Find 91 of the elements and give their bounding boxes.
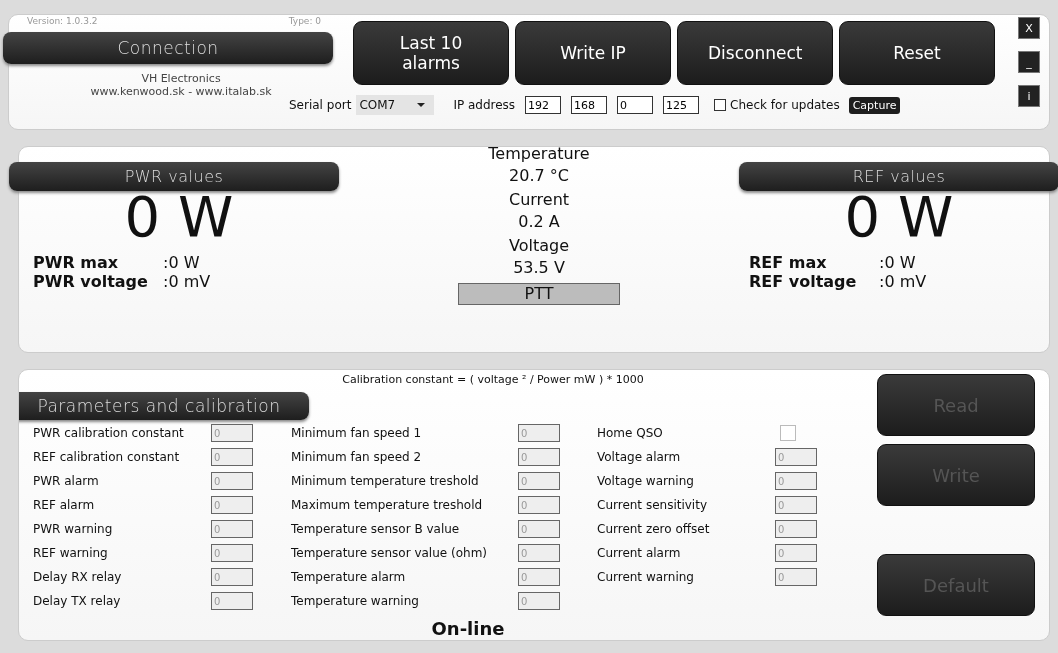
parameter-label: Home QSO bbox=[597, 426, 664, 440]
parameter-label: Delay TX relay bbox=[33, 594, 122, 608]
reading-value: :0 mV bbox=[879, 272, 928, 291]
window-button[interactable]: _ bbox=[1018, 51, 1040, 73]
parameter-label: Voltage alarm bbox=[597, 450, 682, 464]
reading-value: :0 mV bbox=[163, 272, 212, 291]
formula-text: Calibration constant = ( voltage ² / Power mW ) * 1000 bbox=[341, 373, 645, 386]
parameter-field[interactable]: 0 bbox=[518, 424, 560, 442]
parameter-label: REF calibration constant bbox=[33, 450, 181, 464]
reading-label: REF voltage bbox=[749, 272, 858, 291]
reading-value: 20.7 °C bbox=[509, 165, 569, 187]
parameter-field[interactable]: 0 bbox=[518, 472, 560, 490]
parameter-label: Temperature alarm bbox=[291, 570, 407, 584]
reading-label: REF max bbox=[749, 253, 828, 272]
parameter-field[interactable]: 0 bbox=[775, 568, 817, 586]
checkbox-label: Check for updates bbox=[730, 98, 840, 112]
ip-octet-field[interactable]: 192 bbox=[525, 96, 562, 114]
parameter-field[interactable]: 0 bbox=[211, 568, 253, 586]
parameter-label: REF alarm bbox=[33, 498, 96, 512]
parameter-label: Current alarm bbox=[597, 546, 682, 560]
parameter-field[interactable]: 0 bbox=[518, 592, 560, 610]
parameter-field[interactable]: 0 bbox=[518, 520, 560, 538]
parameter-label: Current zero offset bbox=[597, 522, 711, 536]
website-links: www.kenwood.sk - www.italab.sk bbox=[89, 85, 273, 98]
toolbar-button[interactable]: Write IP bbox=[515, 21, 671, 85]
reading-label: Temperature bbox=[488, 143, 590, 165]
parameter-field[interactable]: 0 bbox=[518, 496, 560, 514]
parameter-label: PWR calibration constant bbox=[33, 426, 185, 440]
ip-octet-field[interactable]: 168 bbox=[571, 96, 608, 114]
parameter-field[interactable]: 0 bbox=[518, 568, 560, 586]
parameter-field[interactable]: 0 bbox=[775, 520, 817, 538]
ip-octet-field[interactable]: 125 bbox=[663, 96, 700, 114]
parameter-label: Temperature warning bbox=[291, 594, 420, 608]
version-label: Version: 1.0.3.2 bbox=[27, 16, 98, 26]
connection-status: On-line bbox=[430, 618, 506, 639]
section-header: Parameters and calibration bbox=[19, 392, 309, 420]
toolbar-button[interactable]: Reset bbox=[839, 21, 995, 85]
power-reading: 0 W bbox=[843, 193, 955, 241]
parameter-label: Minimum fan speed 2 bbox=[291, 450, 423, 464]
parameter-field[interactable]: 0 bbox=[775, 544, 817, 562]
reading-label: Voltage bbox=[509, 235, 569, 257]
parameter-label: Temperature sensor B value bbox=[291, 522, 461, 536]
parameter-label: Voltage warning bbox=[597, 474, 695, 488]
power-reading: 0 W bbox=[123, 193, 235, 241]
parameter-field[interactable]: 0 bbox=[775, 496, 817, 514]
ip-address-label: IP address bbox=[453, 98, 516, 112]
window-button[interactable]: X bbox=[1018, 17, 1040, 39]
parameter-field[interactable]: 0 bbox=[211, 520, 253, 538]
reading-value: 0.2 A bbox=[518, 211, 560, 233]
parameter-label: REF warning bbox=[33, 546, 109, 560]
capture-button[interactable]: Capture bbox=[848, 96, 901, 114]
parameter-field[interactable]: 0 bbox=[211, 472, 253, 490]
type-label: Type: 0 bbox=[288, 16, 321, 26]
parameter-label: Minimum temperature treshold bbox=[291, 474, 480, 488]
parameter-field[interactable]: 0 bbox=[211, 496, 253, 514]
window-button[interactable]: i bbox=[1018, 85, 1040, 107]
parameter-field[interactable]: 0 bbox=[211, 448, 253, 466]
parameter-field[interactable]: 0 bbox=[775, 472, 817, 490]
section-header: Connection bbox=[3, 32, 333, 64]
caret-icon bbox=[417, 103, 426, 107]
serial-port-dropdown[interactable]: COM7 bbox=[356, 95, 435, 115]
reading-label: Current bbox=[508, 189, 570, 211]
company-name: VH Electronics bbox=[140, 72, 222, 85]
reading-value: :0 W bbox=[879, 253, 917, 272]
toolbar-button[interactable]: Last 10 alarms bbox=[353, 21, 509, 85]
parameter-field[interactable]: 0 bbox=[211, 592, 253, 610]
parameter-checkbox[interactable] bbox=[780, 425, 796, 441]
parameter-field[interactable]: 0 bbox=[211, 424, 253, 442]
reading-label: PWR voltage bbox=[33, 272, 149, 291]
parameter-field[interactable]: 0 bbox=[211, 544, 253, 562]
parameter-label: Delay RX relay bbox=[33, 570, 123, 584]
section-header: REF values bbox=[739, 162, 1058, 191]
update-checkbox[interactable] bbox=[714, 99, 727, 111]
parameter-field[interactable]: 0 bbox=[775, 448, 817, 466]
parameter-label: PWR alarm bbox=[33, 474, 100, 488]
parameter-label: Minimum fan speed 1 bbox=[291, 426, 423, 440]
parameter-label: Maximum temperature treshold bbox=[291, 498, 484, 512]
parameter-label: Current sensitivity bbox=[597, 498, 708, 512]
reading-value: :0 W bbox=[163, 253, 201, 272]
parameter-field[interactable]: 0 bbox=[518, 544, 560, 562]
parameter-label: Current warning bbox=[597, 570, 695, 584]
parameter-field[interactable]: 0 bbox=[518, 448, 560, 466]
reading-value: 53.5 V bbox=[513, 257, 565, 279]
ptt-indicator: PTT bbox=[458, 283, 620, 305]
reading-label: PWR max bbox=[33, 253, 120, 272]
toolbar-button[interactable]: Disconnect bbox=[677, 21, 833, 85]
ip-octet-field[interactable]: 0 bbox=[617, 96, 654, 114]
parameter-label: Temperature sensor value (ohm) bbox=[291, 546, 488, 560]
section-header: PWR values bbox=[9, 162, 339, 191]
parameter-label: PWR warning bbox=[33, 522, 114, 536]
serial-port-label: Serial port bbox=[289, 98, 352, 112]
